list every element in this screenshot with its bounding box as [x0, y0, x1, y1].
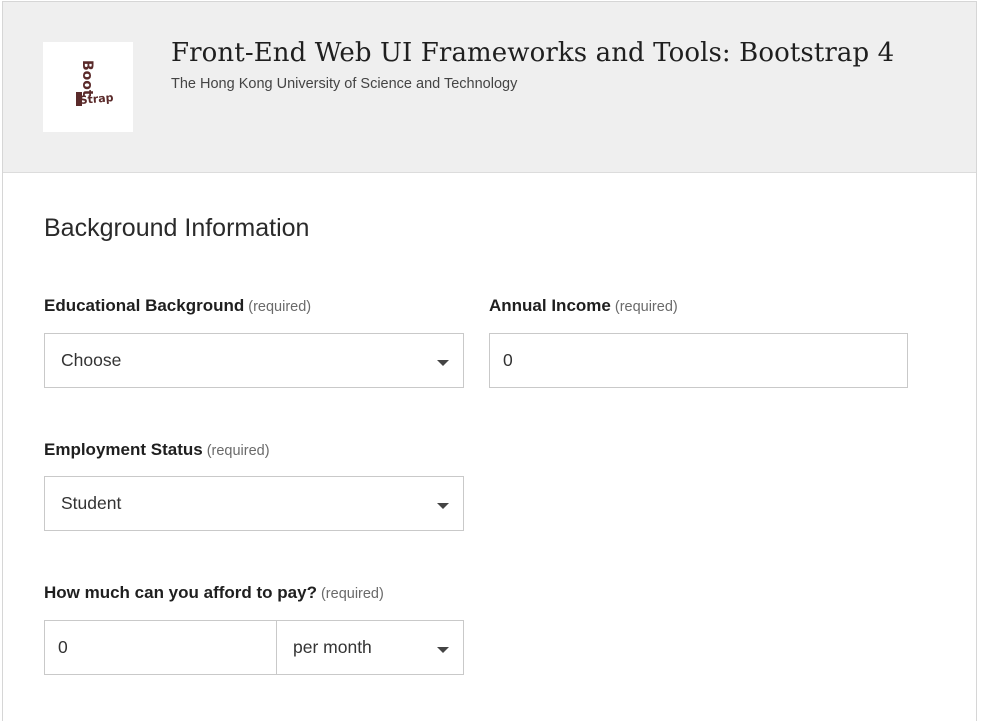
- annual-income-label: Annual Income (required): [489, 296, 678, 316]
- employment-status-label-text: Employment Status: [44, 440, 203, 459]
- course-header: Boot Strap Front-End Web UI Frameworks a…: [3, 2, 976, 173]
- logo-text-top: Boot: [79, 60, 95, 97]
- afford-period-value: per month: [293, 637, 372, 657]
- required-note: (required): [614, 299, 678, 315]
- educational-background-select[interactable]: Choose: [44, 333, 464, 388]
- afford-to-pay-label: How much can you afford to pay? (required…: [44, 583, 384, 603]
- annual-income-value: 0: [503, 350, 513, 370]
- course-title: Front-End Web UI Frameworks and Tools: B…: [171, 38, 895, 68]
- logo-text-bottom: Strap: [79, 91, 114, 107]
- employment-status-select[interactable]: Student: [44, 476, 464, 531]
- page-frame: Boot Strap Front-End Web UI Frameworks a…: [2, 1, 977, 721]
- annual-income-label-text: Annual Income: [489, 296, 611, 315]
- section-title: Background Information: [44, 214, 310, 242]
- educational-background-label-text: Educational Background: [44, 296, 245, 315]
- afford-to-pay-label-text: How much can you afford to pay?: [44, 583, 317, 602]
- required-note: (required): [206, 443, 270, 459]
- chevron-down-icon: [437, 647, 449, 653]
- required-note: (required): [320, 586, 384, 602]
- employment-status-value: Student: [61, 493, 122, 513]
- chevron-down-icon: [437, 503, 449, 509]
- chevron-down-icon: [437, 360, 449, 366]
- afford-amount-input[interactable]: 0: [44, 620, 277, 675]
- afford-amount-value: 0: [58, 637, 68, 657]
- institution-name: The Hong Kong University of Science and …: [171, 76, 518, 92]
- required-note: (required): [248, 299, 312, 315]
- bootstrap-logo-icon: Boot Strap: [76, 60, 114, 107]
- course-logo: Boot Strap: [43, 42, 133, 132]
- annual-income-input[interactable]: 0: [489, 333, 908, 388]
- afford-period-select[interactable]: per month: [276, 620, 464, 675]
- educational-background-value: Choose: [61, 350, 122, 370]
- employment-status-label: Employment Status (required): [44, 440, 270, 460]
- educational-background-label: Educational Background (required): [44, 296, 311, 316]
